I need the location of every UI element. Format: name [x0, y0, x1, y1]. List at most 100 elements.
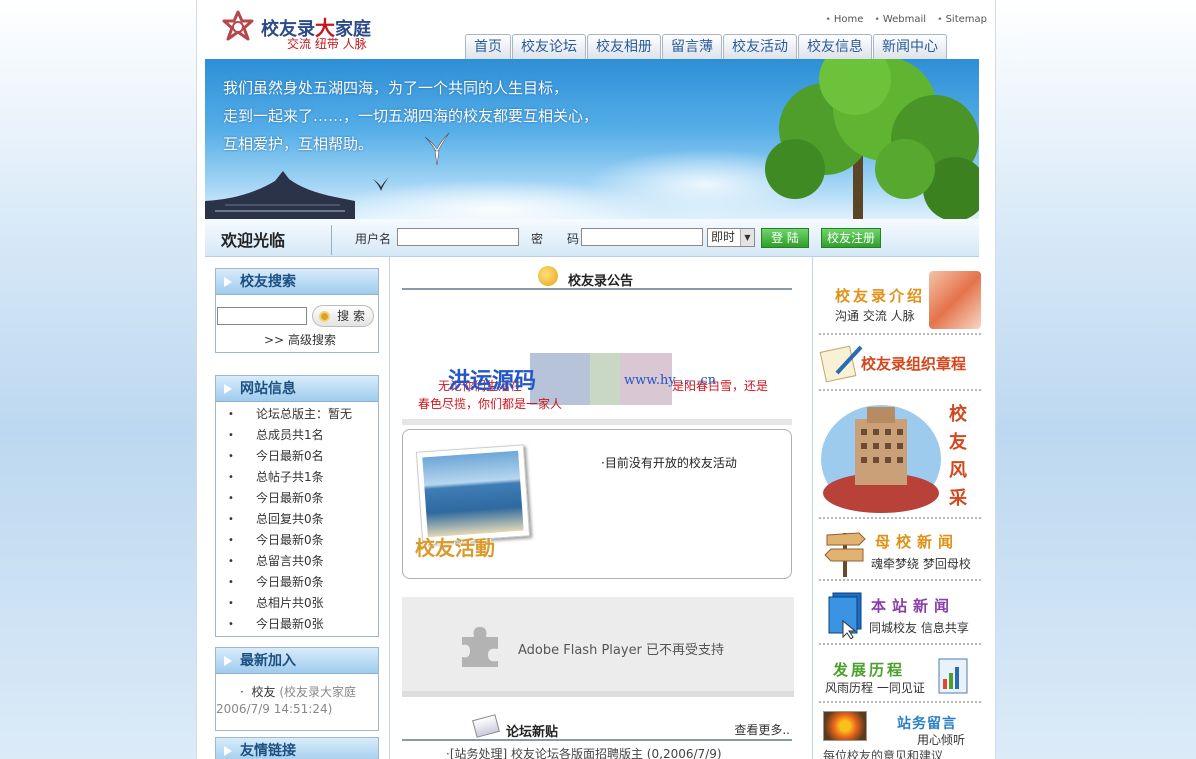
divider — [331, 225, 332, 255]
alumni-search-box: 校友搜索 搜 索 >> 高级搜索 — [215, 268, 379, 353]
search-icon — [319, 311, 330, 322]
list-item: • 今日最新0张 — [228, 617, 324, 631]
history-subtitle: 风雨历程 一同见证 — [825, 681, 925, 695]
history-block[interactable]: 发展历程 风雨历程 一同见证 — [819, 649, 981, 703]
banner: 我们虽然身处五湖四海，为了一个共同的人生目标， 走到一起来了……，一切五湖四海的… — [205, 59, 979, 219]
site-slogan: 交流 纽带 人脉 — [287, 37, 367, 51]
right-column: 校友录介绍 沟通 交流 人脉 校友录组织章程 校友风采 母校新闻 魂牵梦绕 梦回… — [813, 257, 989, 759]
notice-icon — [538, 266, 558, 286]
password-label-a: 密 — [531, 232, 544, 246]
nav-tab-activity[interactable]: 校友活动 — [723, 34, 797, 59]
login-mode-select[interactable]: 即时 ▼ — [707, 228, 755, 247]
password-input[interactable] — [581, 228, 703, 246]
notice-title: 校友录公告 — [568, 274, 634, 289]
building-icon — [821, 405, 941, 513]
activity-panel: 校友活動 ·目前没有开放的校友活动 — [402, 429, 792, 579]
search-button-label: 搜 索 — [337, 309, 365, 323]
flower-photo — [823, 711, 867, 741]
notice-content: 无论你们生活在 是阳春白雪，还是 春色尽揽，你们都是一家人 洪运源码 www.h… — [402, 293, 792, 419]
register-button[interactable]: 校友注册 — [821, 228, 881, 248]
list-item: • 论坛总版主：暂无 — [228, 407, 353, 421]
style-title: 校友风采 — [949, 404, 967, 509]
latest-member-name[interactable]: 校友 — [251, 685, 275, 699]
sitemap-link[interactable]: Sitemap — [937, 14, 987, 25]
school-news-subtitle: 魂牵梦绕 梦回母校 — [871, 557, 971, 571]
site-logo[interactable]: 校友录大家庭 交流 纽带 人脉 — [221, 10, 381, 51]
login-button[interactable]: 登 陆 — [761, 228, 809, 248]
puzzle-piece-icon — [462, 627, 498, 667]
school-news-title: 母校新闻 — [875, 533, 960, 551]
home-link[interactable]: Home — [826, 14, 864, 25]
list-item: • 总留言共0条 — [228, 554, 324, 568]
username-input[interactable] — [397, 228, 519, 246]
charter-title: 校友录组织章程 — [861, 355, 967, 373]
login-bar: 欢迎光临 用户名 密 码 即时 ▼ 登 陆 校友注册 — [205, 219, 979, 257]
alumni-search-title: 校友搜索 — [216, 269, 378, 295]
welcome-text: 欢迎光临 — [221, 231, 286, 250]
nav-tab-album[interactable]: 校友相册 — [587, 34, 661, 59]
flash-placeholder: Adobe Flash Player 已不再受支持 — [402, 597, 794, 697]
page: 校友录大家庭 交流 纽带 人脉 Home Webmail Sitemap 首页 … — [196, 0, 996, 759]
list-item: • 总回复共0条 — [228, 512, 324, 526]
double-chevron-icon: >> — [264, 333, 288, 347]
banner-line-1: 我们虽然身处五湖四海，为了一个共同的人生目标， — [223, 79, 569, 97]
document-pen-icon — [819, 345, 863, 383]
nav-tab-news[interactable]: 新闻中心 — [873, 34, 947, 59]
pagoda-roof-icon — [205, 171, 355, 219]
signpost-icon — [824, 532, 866, 577]
main-nav: 首页 校友论坛 校友相册 留言薄 校友活动 校友信息 新闻中心 — [465, 34, 948, 59]
activity-caption: 校友活動 — [415, 536, 495, 560]
site-info-list: • 论坛总版主：暂无 • 总成员共1名 • 今日最新0名 • 总帖子共1条 • 今日最新0… — [216, 402, 378, 635]
intro-block[interactable]: 校友录介绍 沟通 交流 人脉 — [819, 269, 981, 335]
intro-title: 校友录介绍 — [835, 287, 926, 305]
password-label-b: 码 — [567, 232, 580, 246]
notice-text-c: 春色尽揽，你们都是一家人 — [418, 397, 563, 411]
book-cursor-icon — [828, 592, 862, 639]
board-title: 站务留言 — [897, 716, 957, 732]
username-label: 用户名 — [355, 232, 392, 246]
paper-icon — [472, 714, 500, 738]
webmail-link[interactable]: Webmail — [875, 14, 927, 25]
alumni-search-input[interactable] — [217, 307, 307, 325]
chart-doc-icon — [938, 658, 968, 694]
board-subtitle: 用心倾听 — [917, 733, 966, 747]
site-news-block[interactable]: 本站新闻 同城校友 信息共享 — [819, 585, 981, 645]
list-item: • 总成员共1名 — [228, 428, 324, 442]
intro-subtitle: 沟通 交流 人脉 — [835, 309, 915, 323]
friend-links-title: 友情链接 — [216, 738, 378, 759]
nav-tab-guestbook[interactable]: 留言薄 — [662, 34, 722, 59]
forum-more-link[interactable]: 查看更多.. — [734, 721, 790, 738]
site-info-box: 网站信息 • 论坛总版主：暂无 • 总成员共1名 • 今日最新0名 • 总帖子共1条 •… — [215, 375, 379, 637]
nav-tab-forum[interactable]: 校友论坛 — [512, 34, 586, 59]
nav-tab-info[interactable]: 校友信息 — [798, 34, 872, 59]
chevron-down-icon: ▼ — [740, 229, 754, 246]
notice-header: 校友录公告 — [402, 260, 792, 290]
nav-tab-home[interactable]: 首页 — [465, 34, 511, 59]
list-item: • 总帖子共1条 — [228, 470, 324, 484]
site-info-title: 网站信息 — [216, 376, 378, 402]
top-links: Home Webmail Sitemap — [818, 14, 988, 25]
latest-member-entry: · 校友 (校友录大家庭 2006/7/9 14:51:24) — [216, 684, 378, 718]
style-block[interactable]: 校友风采 — [819, 395, 981, 519]
advanced-search-link[interactable]: >> 高级搜索 — [264, 331, 336, 348]
search-button[interactable]: 搜 索 — [312, 305, 374, 327]
board-block[interactable]: 站务留言 用心倾听 每位校友的意见和建议 — [819, 707, 981, 759]
list-item: • 总相片共0张 — [228, 596, 324, 610]
board-subtitle-2: 每位校友的意见和建议 — [823, 749, 944, 759]
list-item: • 今日最新0条 — [228, 575, 324, 589]
middle-column: 校友录公告 无论你们生活在 是阳春白雪，还是 春色尽揽，你们都是一家人 洪运源码… — [389, 257, 813, 759]
latest-member-date: 2006/7/9 14:51:24) — [216, 702, 333, 716]
list-item: • 今日最新0条 — [228, 533, 324, 547]
watermark-url: www.hy ... .cn — [624, 373, 717, 388]
forum-post[interactable]: ·[站务处理] 校友论坛各版面招聘版主 (0,2006/7/9) — [446, 745, 722, 759]
people-photo — [929, 271, 981, 329]
school-news-block[interactable]: 母校新闻 魂牵梦绕 梦回母校 — [819, 523, 981, 581]
flash-message: Adobe Flash Player 已不再受支持 — [518, 643, 725, 658]
seagull-icon — [373, 177, 389, 191]
watermark-cn: 洪运源码 — [448, 369, 537, 394]
friend-links-box: 友情链接 — [215, 737, 379, 759]
bullet: · — [240, 685, 248, 699]
advanced-search-label: 高级搜索 — [287, 333, 336, 347]
charter-block[interactable]: 校友录组织章程 — [819, 337, 981, 391]
latest-members-box: 最新加入 · 校友 (校友录大家庭 2006/7/9 14:51:24) — [215, 647, 379, 731]
